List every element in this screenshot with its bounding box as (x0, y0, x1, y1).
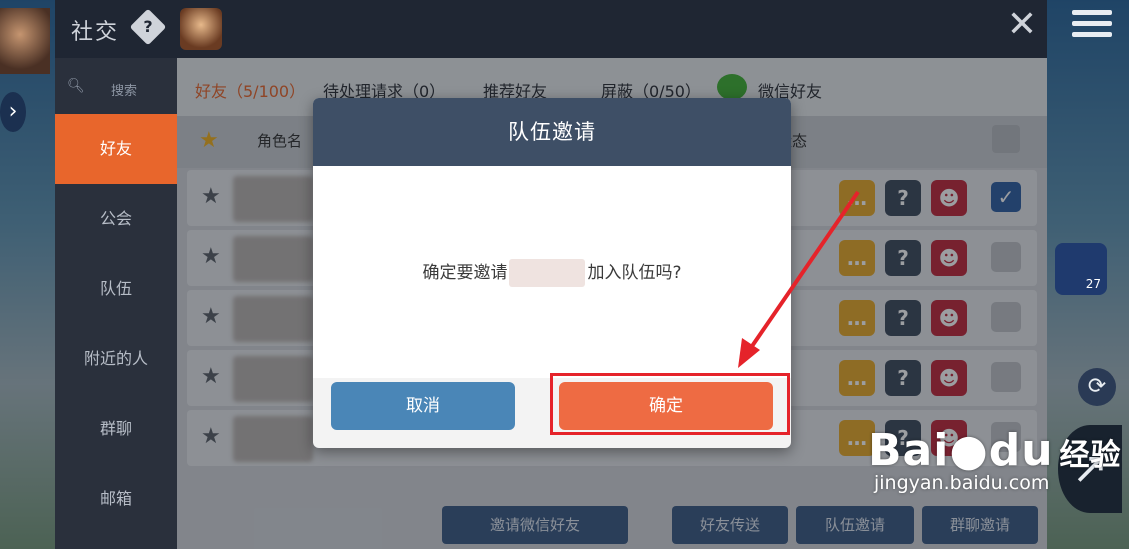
close-icon[interactable]: ✕ (1005, 7, 1039, 43)
search-placeholder: 搜索 (111, 84, 138, 99)
sidebar-item-guild[interactable]: 公会 (55, 184, 177, 254)
social-header: 社交 ? ✕ (55, 0, 1047, 58)
player-avatar[interactable] (0, 8, 50, 74)
dialog-message: 确定要邀请 加入队伍吗? (313, 258, 791, 287)
cancel-button[interactable]: 取消 (331, 382, 515, 430)
confirm-highlight-box (550, 373, 790, 435)
item-slot[interactable]: 27 (1055, 243, 1107, 295)
search-icon: 🔍︎ (67, 78, 85, 94)
blurred-player-name (509, 259, 586, 287)
page-title: 社交 (71, 20, 120, 45)
avatar[interactable] (180, 8, 222, 50)
sidebar-item-nearby[interactable]: 附近的人 (55, 324, 177, 394)
dialog-title: 队伍邀请 (313, 98, 791, 166)
dialog-body: 确定要邀请 加入队伍吗? (313, 166, 791, 378)
search-input[interactable]: 🔍︎ 搜索 (55, 58, 177, 114)
refresh-icon[interactable]: ⟳ (1078, 368, 1116, 406)
baidu-watermark: Bai●du 经验 jingyan.baidu.com (868, 425, 1122, 494)
watermark-brand: Bai●du 经验 (868, 425, 1122, 476)
sidebar-item-friends[interactable]: 好友 (55, 114, 177, 184)
sidebar-item-group-chat[interactable]: 群聊 (55, 394, 177, 464)
menu-icon[interactable] (1072, 10, 1112, 40)
help-icon[interactable]: ? (129, 8, 167, 46)
item-count: 27 (1085, 277, 1101, 291)
message-suffix: 加入队伍吗? (587, 263, 682, 283)
chevron-right-icon[interactable]: › (0, 92, 26, 132)
message-prefix: 确定要邀请 (422, 263, 508, 283)
sidebar-item-team[interactable]: 队伍 (55, 254, 177, 324)
sidebar-item-mailbox[interactable]: 邮箱 (55, 464, 177, 534)
paw-icon: ● (949, 425, 989, 476)
sidebar: 🔍︎ 搜索 好友 公会 队伍 附近的人 群聊 邮箱 (55, 58, 177, 549)
